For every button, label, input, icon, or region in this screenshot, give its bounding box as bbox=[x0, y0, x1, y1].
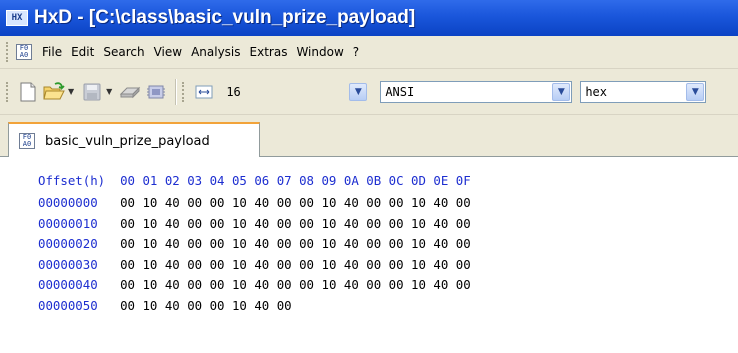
toolbar-grip-handle-2[interactable] bbox=[182, 81, 186, 102]
hex-row[interactable]: 00000000 00 10 40 00 00 10 40 00 00 10 4… bbox=[38, 193, 471, 213]
row-bytes[interactable]: 00 10 40 00 00 10 40 00 00 10 40 00 00 1… bbox=[98, 216, 471, 231]
document-tab-strip: F0 A0 basic_vuln_prize_payload bbox=[0, 115, 738, 158]
menu-window[interactable]: Window bbox=[296, 45, 343, 59]
charset-select[interactable]: ANSI ▼ bbox=[380, 80, 573, 103]
new-file-button[interactable] bbox=[16, 80, 40, 104]
row-offset: 00000030 bbox=[38, 256, 98, 272]
offset-base-select[interactable]: hex ▼ bbox=[580, 80, 707, 103]
hex-column-header: Offset(h) 00 01 02 03 04 05 06 07 08 09 … bbox=[38, 171, 471, 191]
toolbar-grip-handle[interactable] bbox=[6, 81, 10, 102]
open-dropdown-arrow-icon[interactable]: ▼ bbox=[68, 87, 74, 96]
save-disk-icon bbox=[83, 83, 101, 100]
row-offset: 00000050 bbox=[38, 297, 98, 313]
menu-extras[interactable]: Extras bbox=[250, 45, 288, 59]
column-offsets: 00 01 02 03 04 05 06 07 08 09 0A 0B 0C 0… bbox=[120, 173, 471, 188]
save-button[interactable] bbox=[80, 80, 104, 104]
hxd-app-icon[interactable]: HX bbox=[6, 10, 28, 26]
hex-row[interactable]: 00000020 00 10 40 00 00 10 40 00 00 10 4… bbox=[38, 234, 471, 254]
menu-file[interactable]: File bbox=[42, 45, 62, 59]
menu-edit[interactable]: Edit bbox=[71, 45, 94, 59]
open-file-button[interactable] bbox=[42, 80, 66, 104]
row-bytes[interactable]: 00 10 40 00 00 10 40 00 00 10 40 00 00 1… bbox=[98, 236, 471, 251]
row-bytes[interactable]: 00 10 40 00 00 10 40 00 bbox=[98, 298, 292, 313]
row-offset: 00000010 bbox=[38, 215, 98, 231]
open-disk-button[interactable] bbox=[118, 80, 142, 104]
hex-row[interactable]: 00000030 00 10 40 00 00 10 40 00 00 10 4… bbox=[38, 255, 471, 275]
open-folder-icon bbox=[43, 81, 65, 99]
offset-header-label: Offset(h) bbox=[38, 173, 106, 188]
save-dropdown-arrow-icon[interactable]: ▼ bbox=[106, 87, 112, 96]
menu-search[interactable]: Search bbox=[103, 45, 144, 59]
tab-label: basic_vuln_prize_payload bbox=[45, 133, 210, 149]
title-bar[interactable]: HX HxD - [C:\class\basic_vuln_prize_payl… bbox=[0, 0, 738, 36]
ram-chip-icon bbox=[147, 85, 166, 98]
bytes-per-row-dropdown-icon[interactable]: ▼ bbox=[349, 82, 368, 101]
charset-value: ANSI bbox=[385, 84, 415, 99]
menu-help[interactable]: ? bbox=[353, 45, 359, 59]
window-title: HxD - [C:\class\basic_vuln_prize_payload… bbox=[34, 7, 416, 28]
menu-bar: F0 A0 File Edit Search View Analysis Ext… bbox=[0, 36, 738, 69]
bytes-per-row-value: 16 bbox=[226, 84, 241, 99]
open-ram-button[interactable] bbox=[144, 80, 168, 104]
disk-drive-icon bbox=[120, 86, 141, 98]
toolbar: ▼ ▼ 16 ▼ ANSI ▼ hex ▼ bbox=[0, 69, 738, 115]
toolbar-separator bbox=[175, 78, 178, 105]
tab-basic-vuln-prize-payload[interactable]: F0 A0 basic_vuln_prize_payload bbox=[8, 122, 260, 158]
menu-grip-handle[interactable] bbox=[6, 42, 10, 62]
row-offset: 00000020 bbox=[38, 236, 98, 251]
bytes-per-row-button[interactable] bbox=[192, 80, 216, 104]
hex-row[interactable]: 00000010 00 10 40 00 00 10 40 00 00 10 4… bbox=[38, 214, 471, 234]
row-bytes[interactable]: 00 10 40 00 00 10 40 00 00 10 40 00 00 1… bbox=[98, 257, 471, 272]
bytes-per-row-select[interactable]: 16 ▼ bbox=[222, 81, 372, 103]
hex-row[interactable]: 00000050 00 10 40 00 00 10 40 00 bbox=[38, 296, 292, 316]
row-bytes[interactable]: 00 10 40 00 00 10 40 00 00 10 40 00 00 1… bbox=[98, 277, 471, 292]
charset-dropdown-icon[interactable]: ▼ bbox=[552, 82, 571, 101]
menu-view[interactable]: View bbox=[154, 45, 182, 59]
document-menu-icon[interactable]: F0 A0 bbox=[16, 44, 32, 60]
row-width-icon bbox=[195, 85, 213, 98]
row-bytes[interactable]: 00 10 40 00 00 10 40 00 00 10 40 00 00 1… bbox=[98, 195, 471, 210]
hex-document-icon: F0 A0 bbox=[19, 133, 35, 149]
row-offset: 00000040 bbox=[38, 277, 98, 292]
new-file-icon bbox=[20, 82, 36, 101]
row-offset: 00000000 bbox=[38, 195, 98, 210]
menu-analysis[interactable]: Analysis bbox=[191, 45, 240, 59]
offset-base-dropdown-icon[interactable]: ▼ bbox=[686, 82, 705, 101]
offset-base-value: hex bbox=[585, 84, 607, 99]
hex-editor-view[interactable]: Offset(h) 00 01 02 03 04 05 06 07 08 09 … bbox=[0, 157, 738, 353]
hex-row[interactable]: 00000040 00 10 40 00 00 10 40 00 00 10 4… bbox=[38, 275, 471, 295]
